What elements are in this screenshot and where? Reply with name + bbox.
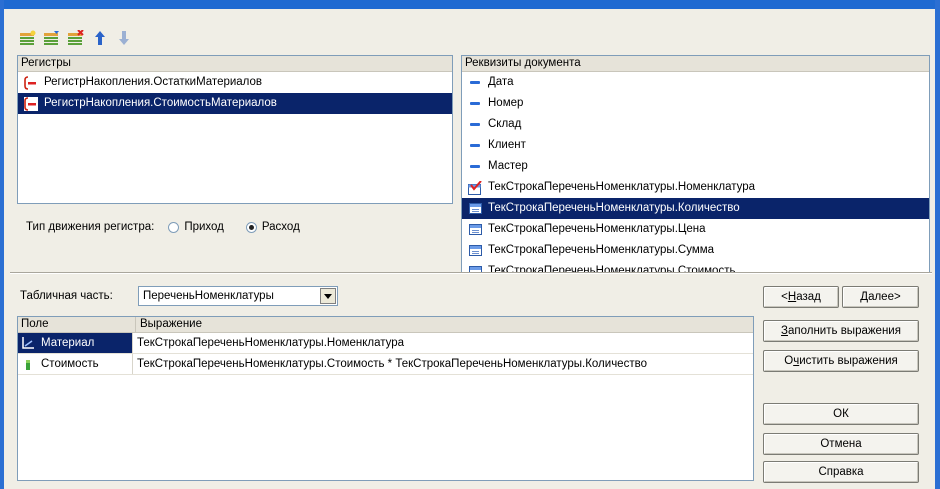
- requisite-item[interactable]: Склад: [462, 114, 929, 135]
- requisite-item-label: Дата: [488, 76, 514, 88]
- table-attribute-icon: [468, 223, 482, 237]
- requisite-item-label: Номер: [488, 97, 524, 109]
- table-attribute-icon: [468, 202, 482, 216]
- table-row[interactable]: Материал ТекСтрокаПереченьНоменклатуры.Н…: [18, 333, 753, 354]
- dropdown-arrow-icon[interactable]: [320, 288, 336, 304]
- resource-icon: [21, 357, 35, 371]
- fields-table[interactable]: Поле Выражение Материал ТекСтрокаПеречен…: [17, 316, 754, 481]
- attribute-icon: [468, 118, 482, 132]
- help-button[interactable]: Справка: [763, 461, 919, 483]
- ok-button[interactable]: ОК: [763, 403, 919, 425]
- column-header-field[interactable]: Поле: [18, 317, 136, 332]
- add-movement-icon[interactable]: [18, 28, 38, 48]
- section-separator: [10, 272, 932, 274]
- clear-expressions-button[interactable]: Очистить выражения: [763, 350, 919, 372]
- requisite-item-label: ТекСтрокаПереченьНоменклатуры.Количество: [488, 202, 740, 214]
- requisite-item-label: ТекСтрокаПереченьНоменклатуры.Номенклату…: [488, 181, 756, 193]
- requisite-item-label: Склад: [488, 118, 522, 130]
- radio-expense[interactable]: [245, 221, 257, 233]
- register-item[interactable]: РегистрНакопления.ОстаткиМатериалов: [18, 72, 452, 93]
- table-row[interactable]: Стоимость ТекСтрокаПереченьНоменклатуры.…: [18, 354, 753, 375]
- column-header-expression[interactable]: Выражение: [136, 317, 753, 332]
- radio-checked-dot: [248, 224, 254, 230]
- attribute-icon: [468, 97, 482, 111]
- attribute-icon: [468, 139, 482, 153]
- requisite-item-label: ТекСтрокаПереченьНоменклатуры.Цена: [488, 223, 706, 235]
- radio-expense-label[interactable]: Расход: [262, 221, 300, 233]
- next-button[interactable]: Далее>: [842, 286, 919, 308]
- requisite-item[interactable]: ТекСтрокаПереченьНоменклатуры.Количество: [462, 198, 929, 219]
- radio-income-label[interactable]: Приход: [184, 221, 224, 233]
- requisite-item[interactable]: Дата: [462, 72, 929, 93]
- cancel-button[interactable]: Отмена: [763, 433, 919, 455]
- title-bar-edge: [0, 0, 940, 9]
- window-right-border: [935, 0, 940, 489]
- radio-income[interactable]: [168, 221, 180, 233]
- table-attribute-icon: [468, 244, 482, 258]
- requisite-item-label: Мастер: [488, 160, 528, 172]
- move-down-icon[interactable]: [114, 28, 134, 48]
- movements-constructor-window: Регистры РегистрНакопления.ОстаткиМатери…: [0, 0, 940, 489]
- register-item-selected[interactable]: РегистрНакопления.СтоимостьМатериалов: [18, 93, 452, 114]
- requisites-items: Дата Номер Склад Клиент Мастер ТекСтрокаПереч…: [462, 72, 929, 273]
- requisite-item[interactable]: Клиент: [462, 135, 929, 156]
- toolbar: [18, 28, 134, 48]
- row-expression[interactable]: ТекСтрокаПереченьНоменклатуры.Стоимость …: [133, 354, 753, 374]
- register-item-label: РегистрНакопления.СтоимостьМатериалов: [44, 97, 277, 109]
- move-up-icon[interactable]: [90, 28, 110, 48]
- tabular-part-value: ПереченьНоменклатуры: [143, 290, 274, 302]
- requisite-item[interactable]: ТекСтрокаПереченьНоменклатуры.Цена: [462, 219, 929, 240]
- requisite-item[interactable]: Номер: [462, 93, 929, 114]
- table-header: Поле Выражение: [18, 317, 753, 333]
- row-expression[interactable]: ТекСтрокаПереченьНоменклатуры.Номенклату…: [133, 333, 753, 353]
- tabular-part-label: Табличная часть:: [20, 290, 113, 302]
- movement-type-group: Тип движения регистра: Приход Расход: [26, 221, 300, 233]
- requisite-item-label: ТекСтрокаПереченьНоменклатуры.Сумма: [488, 244, 715, 256]
- requisite-item[interactable]: ТекСтрокаПереченьНоменклатуры.Номенклату…: [462, 177, 929, 198]
- back-button[interactable]: <Назад: [763, 286, 839, 308]
- row-field: Материал: [41, 337, 95, 349]
- add-movement-auto-icon[interactable]: [42, 28, 62, 48]
- tabular-part-select[interactable]: ПереченьНоменклатуры: [138, 286, 338, 306]
- movement-type-label: Тип движения регистра:: [26, 221, 155, 233]
- fill-expressions-button[interactable]: Заполнить выражения: [763, 320, 919, 342]
- document-requisites-list[interactable]: Реквизиты документа Дата Номер Склад Клиент…: [461, 55, 930, 274]
- requisite-item-label: Клиент: [488, 139, 526, 151]
- attribute-icon: [468, 160, 482, 174]
- registers-list[interactable]: Регистры РегистрНакопления.ОстаткиМатери…: [17, 55, 453, 204]
- delete-movement-icon[interactable]: [66, 28, 86, 48]
- requisite-item[interactable]: Мастер: [462, 156, 929, 177]
- register-item-label: РегистрНакопления.ОстаткиМатериалов: [44, 76, 263, 88]
- accumulation-register-icon: [24, 96, 38, 111]
- registers-header: Регистры: [18, 56, 452, 72]
- table-attribute-used-icon: [468, 180, 482, 195]
- dimension-icon: [21, 336, 35, 350]
- requisite-item[interactable]: ТекСтрокаПереченьНоменклатуры.Сумма: [462, 240, 929, 261]
- attribute-icon: [468, 76, 482, 90]
- requisites-header: Реквизиты документа: [462, 56, 929, 72]
- row-field: Стоимость: [41, 358, 99, 370]
- window-left-border: [0, 0, 4, 489]
- accumulation-register-icon: [24, 75, 38, 90]
